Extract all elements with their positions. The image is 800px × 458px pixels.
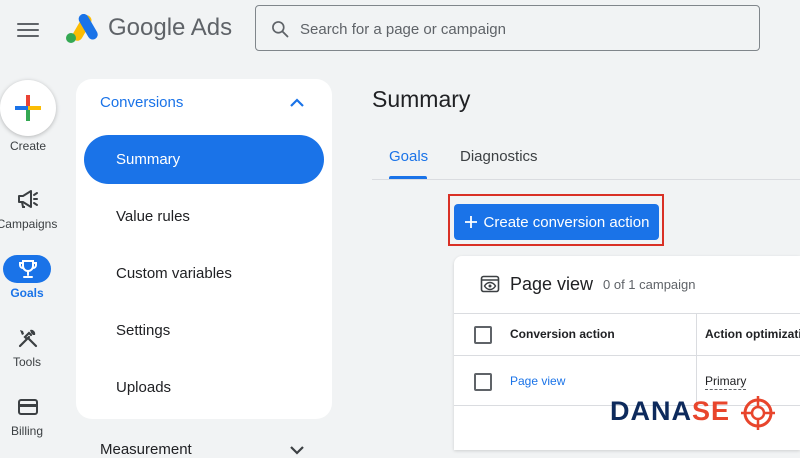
subnav-item-summary[interactable]: Summary bbox=[116, 151, 180, 168]
conversion-action-link[interactable]: Page view bbox=[510, 374, 565, 388]
create-label: Create bbox=[9, 139, 47, 153]
trophy-icon bbox=[19, 260, 37, 278]
column-divider bbox=[696, 314, 697, 406]
megaphone-icon bbox=[18, 190, 38, 208]
select-all-checkbox[interactable] bbox=[474, 326, 492, 344]
create-button[interactable] bbox=[0, 80, 56, 136]
tabs-divider bbox=[372, 179, 800, 180]
watermark-logo: DANASE bbox=[610, 396, 730, 427]
hamburger-line bbox=[17, 23, 39, 25]
column-header-conversion-action[interactable]: Conversion action bbox=[510, 327, 615, 341]
hamburger-line bbox=[17, 35, 39, 37]
action-optimization-value[interactable]: Primary bbox=[705, 374, 747, 390]
rail-item-tools[interactable]: Tools bbox=[0, 355, 59, 369]
plus-icon bbox=[464, 216, 477, 228]
card-subtitle: 0 of 1 campaign bbox=[603, 277, 696, 292]
rail-item-goals[interactable]: Goals bbox=[0, 286, 59, 300]
product-name: Google Ads bbox=[108, 14, 232, 42]
chevron-down-icon[interactable] bbox=[288, 444, 306, 456]
hamburger-line bbox=[17, 29, 39, 31]
eye-icon bbox=[480, 275, 500, 293]
chevron-up-icon[interactable] bbox=[288, 95, 306, 109]
search-box[interactable] bbox=[255, 5, 760, 51]
watermark-text-se: SE bbox=[692, 396, 731, 426]
page-title: Summary bbox=[372, 86, 471, 112]
plus-icon bbox=[15, 95, 41, 121]
tab-diagnostics[interactable]: Diagnostics bbox=[460, 148, 538, 165]
credit-card-icon bbox=[18, 399, 38, 415]
row-checkbox[interactable] bbox=[474, 373, 492, 391]
target-icon bbox=[741, 396, 775, 430]
column-header-action-optimization[interactable]: Action optimizatio bbox=[705, 327, 800, 341]
create-conversion-action-label: Create conversion action bbox=[483, 213, 650, 231]
tools-icon bbox=[18, 329, 38, 348]
watermark-text-dana: DANA bbox=[610, 396, 692, 426]
subnav-item-settings[interactable]: Settings bbox=[116, 322, 170, 339]
rail-item-campaigns[interactable]: Campaigns bbox=[0, 217, 59, 231]
brand-ads: Ads bbox=[190, 14, 233, 41]
subnav-item-uploads[interactable]: Uploads bbox=[116, 379, 171, 396]
conversions-subnav bbox=[76, 79, 332, 419]
main-menu-button[interactable] bbox=[17, 19, 39, 39]
subnav-item-custom-variables[interactable]: Custom variables bbox=[116, 265, 232, 282]
tab-goals[interactable]: Goals bbox=[389, 148, 428, 165]
brand-google: Google bbox=[108, 14, 186, 41]
subnav-item-value-rules[interactable]: Value rules bbox=[116, 208, 190, 225]
rail-item-billing[interactable]: Billing bbox=[0, 424, 59, 438]
google-ads-logo-icon[interactable] bbox=[64, 14, 100, 44]
table-divider bbox=[454, 355, 800, 356]
search-input[interactable] bbox=[298, 14, 742, 44]
create-conversion-action-button[interactable]: Create conversion action bbox=[454, 204, 659, 240]
subnav-section-conversions[interactable]: Conversions bbox=[100, 94, 183, 111]
card-title: Page view bbox=[510, 274, 594, 294]
search-icon bbox=[272, 21, 289, 38]
table-divider bbox=[454, 313, 800, 314]
